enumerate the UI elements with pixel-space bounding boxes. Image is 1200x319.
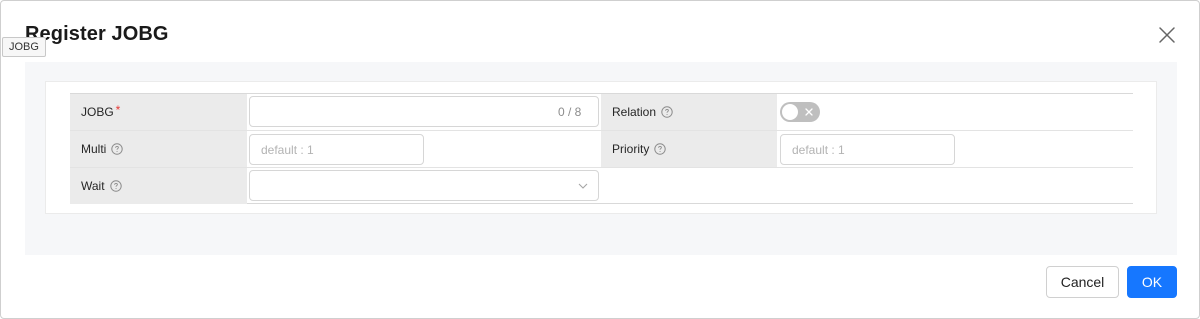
ok-button[interactable]: OK <box>1127 266 1177 298</box>
relation-label: Relation <box>601 94 777 130</box>
required-mark: * <box>115 103 121 117</box>
jobg-label-text: JOBG <box>81 105 114 119</box>
wait-select[interactable] <box>249 170 599 201</box>
jobg-input[interactable] <box>249 96 599 127</box>
jobg-char-counter: 0 / 8 <box>558 105 582 119</box>
question-circle-icon <box>109 180 122 192</box>
multi-input[interactable] <box>249 134 424 165</box>
jobg-label: JOBG * <box>70 94 247 130</box>
form-row: JOBG * 0 / 8 Relation <box>70 94 1133 131</box>
dialog-body: JOBG * 0 / 8 Relation Multi default: 1 … <box>25 62 1177 255</box>
relation-toggle[interactable] <box>780 102 820 122</box>
register-jobg-dialog: Register JOBG JOBG JOBG * 0 / 8 Relation <box>0 0 1200 319</box>
multi-label-text: Multi <box>81 142 107 156</box>
close-icon <box>1159 27 1175 43</box>
form-table: JOBG * 0 / 8 Relation Multi default: 1 … <box>70 93 1133 204</box>
close-button[interactable] <box>1157 25 1177 45</box>
question-circle-icon <box>654 143 667 155</box>
dialog-title: Register JOBG <box>25 23 169 45</box>
multi-label: Multi <box>70 131 247 167</box>
wait-label-text: Wait <box>81 179 105 193</box>
form-row: Wait <box>70 168 1133 204</box>
question-circle-icon <box>111 143 124 155</box>
form-card: JOBG * 0 / 8 Relation Multi default: 1 … <box>45 81 1157 214</box>
tooltip: JOBG <box>2 37 46 57</box>
wait-label: Wait <box>70 168 247 204</box>
x-icon <box>805 108 813 116</box>
priority-input[interactable] <box>780 134 955 165</box>
form-row: Multi Priority <box>70 131 1133 168</box>
relation-label-text: Relation <box>612 105 657 119</box>
priority-label: Priority <box>601 131 777 167</box>
priority-label-text: Priority <box>612 142 650 156</box>
chevron-down-icon <box>578 183 588 189</box>
toggle-knob <box>782 104 798 120</box>
cancel-button[interactable]: Cancel <box>1046 266 1119 298</box>
question-circle-icon <box>661 106 673 118</box>
